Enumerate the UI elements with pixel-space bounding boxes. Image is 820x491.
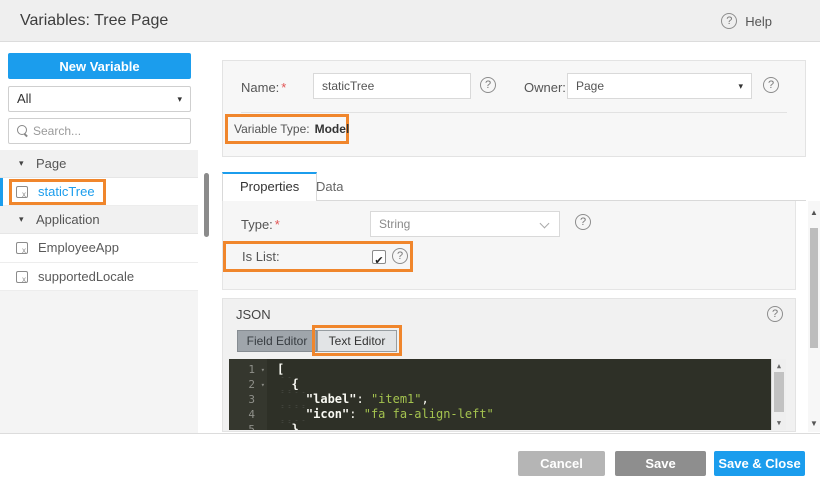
variable-filter-select[interactable]: All ▾ <box>8 86 191 112</box>
new-variable-button[interactable]: New Variable <box>8 53 191 79</box>
chevron-down-icon <box>539 218 550 229</box>
editor-scrollbar-thumb[interactable] <box>774 372 784 412</box>
code-line: { <box>277 377 771 392</box>
owner-selected-value: Page <box>576 79 605 93</box>
line-number: 5 <box>248 423 255 430</box>
type-help-icon[interactable]: ? <box>575 214 591 230</box>
help-label: Help <box>745 13 772 29</box>
tree-item-employeeapp[interactable]: x EmployeeApp <box>0 234 198 263</box>
annotation-box-variable-type: Variable Type: Model <box>225 114 349 144</box>
tree-item-supportedlocale[interactable]: x supportedLocale <box>0 263 198 291</box>
line-number: 4 <box>248 408 255 421</box>
owner-label: Owner:* <box>524 80 573 95</box>
variable-type-label: Variable Type: <box>234 122 310 136</box>
selected-indicator <box>0 178 3 206</box>
fold-caret-icon[interactable]: ▾ <box>261 378 265 393</box>
type-select[interactable]: String <box>370 211 560 237</box>
required-marker: * <box>274 217 280 232</box>
text-editor-button[interactable]: Text Editor <box>317 330 397 352</box>
annotation-box-is-list: Is List: ✔ ? <box>223 241 413 272</box>
scroll-up-icon[interactable]: ▲ <box>808 208 820 217</box>
code-line: "icon": "fa fa-align-left" <box>277 407 771 422</box>
chevron-down-icon: ▾ <box>177 94 182 104</box>
caret-down-icon: ▾ <box>19 158 24 168</box>
variable-type-value: Model <box>314 122 350 136</box>
json-panel: JSON ? Field Editor Text Editor 1 ▾ 2 ▾ 3 … <box>222 298 796 432</box>
tree-item-label: EmployeeApp <box>38 240 119 255</box>
search-box <box>8 118 191 144</box>
divider <box>241 112 787 113</box>
save-button[interactable]: Save <box>615 451 706 476</box>
chevron-down-icon: ▾ <box>738 81 743 91</box>
type-label: Type: * <box>241 217 280 232</box>
tree-item-label: staticTree <box>38 184 95 199</box>
field-editor-button[interactable]: Field Editor <box>237 330 317 352</box>
line-number: 2 ▾ <box>248 378 265 393</box>
content-scrollbar[interactable]: ▲ ▼ <box>808 201 820 432</box>
dialog-footer: Cancel Save Save & Close <box>0 433 820 491</box>
name-label: Name: * <box>241 80 287 95</box>
variable-icon: x <box>16 271 28 284</box>
search-input[interactable] <box>33 119 188 143</box>
filter-selected-value: All <box>17 91 32 106</box>
editor-scrollbar[interactable]: ▲ ▼ <box>771 359 786 430</box>
scroll-up-icon[interactable]: ▲ <box>772 362 786 370</box>
fold-caret-icon[interactable]: ▾ <box>261 363 265 378</box>
variable-icon: x <box>16 242 28 255</box>
variables-sidebar: New Variable All ▾ ▾ Page x staticTree ▾… <box>0 42 212 433</box>
name-field[interactable] <box>313 73 471 99</box>
sidebar-empty-area <box>0 291 198 433</box>
content-scrollbar-thumb[interactable] <box>810 228 818 348</box>
help-button[interactable]: ? Help <box>721 13 772 29</box>
line-number: 1 ▾ <box>248 363 265 378</box>
owner-select[interactable]: Page ▾ <box>567 73 752 99</box>
sidebar-scrollbar-thumb[interactable] <box>204 173 209 237</box>
scroll-down-icon[interactable]: ▼ <box>808 419 820 428</box>
tree-group-label: Application <box>36 212 100 227</box>
code-line: "label": "item1", <box>277 392 771 407</box>
name-help-icon[interactable]: ? <box>480 77 496 93</box>
tab-properties[interactable]: Properties <box>222 172 318 201</box>
required-marker: * <box>281 80 287 95</box>
tree-group-label: Page <box>36 156 67 171</box>
json-help-icon[interactable]: ? <box>767 306 783 322</box>
is-list-label: Is List: <box>242 249 280 264</box>
help-icon: ? <box>721 13 738 29</box>
caret-down-icon: ▾ <box>19 214 24 224</box>
code-line: } <box>277 422 771 430</box>
json-code-editor[interactable]: 1 ▾ 2 ▾ 3 4 5 [ { "label": "item1", "icon"… <box>229 359 786 430</box>
is-list-checkbox[interactable]: ✔ <box>372 250 386 267</box>
scroll-down-icon[interactable]: ▼ <box>772 419 786 427</box>
editor-gutter: 1 ▾ 2 ▾ 3 4 5 <box>229 359 267 430</box>
editor-code-area: [ { "label": "item1", "icon": "fa fa-ali… <box>267 359 771 430</box>
tree-group-page[interactable]: ▾ Page <box>0 150 198 178</box>
check-icon: ✔ <box>374 255 384 267</box>
tree-item-statictree[interactable]: x staticTree <box>0 178 198 206</box>
line-number: 3 <box>248 393 255 406</box>
tree-group-application[interactable]: ▾ Application <box>0 206 198 234</box>
code-line: [ <box>277 362 285 376</box>
dialog-header: Variables: Tree Page ? Help <box>0 0 820 42</box>
is-list-help-icon[interactable]: ? <box>392 248 408 264</box>
properties-panel: Type: * String ? Is List: ✔ ? <box>222 201 796 290</box>
cancel-button[interactable]: Cancel <box>518 451 605 476</box>
variable-icon: x <box>16 186 28 199</box>
json-section-title: JSON <box>236 307 271 322</box>
owner-help-icon[interactable]: ? <box>763 77 779 93</box>
variables-dialog: Variables: Tree Page ? Help New Variable… <box>0 0 820 491</box>
type-selected-value: String <box>379 217 411 231</box>
tree-item-label: supportedLocale <box>38 269 135 284</box>
search-icon <box>17 125 29 137</box>
page-title: Variables: Tree Page <box>20 12 169 29</box>
save-and-close-button[interactable]: Save & Close <box>714 451 805 476</box>
variable-form-panel: Name:* ? Owner:* Page ▾ ? Variable Type:… <box>222 60 806 157</box>
tab-bar: Properties Data <box>222 172 806 201</box>
